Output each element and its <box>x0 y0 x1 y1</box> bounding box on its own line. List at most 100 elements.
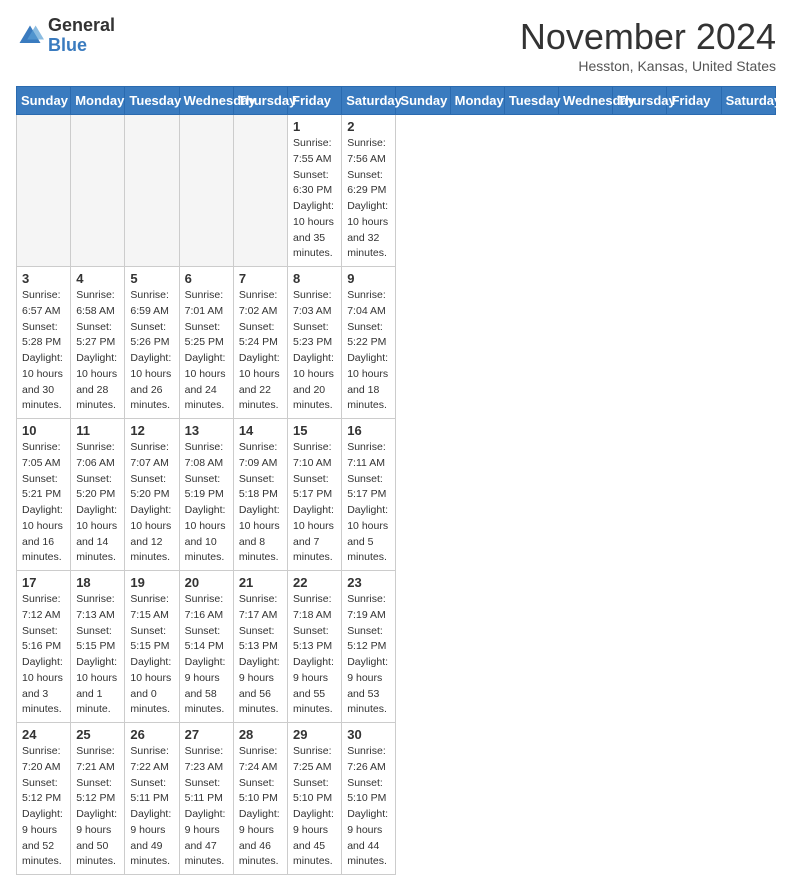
day-number: 10 <box>22 423 65 438</box>
day-number: 17 <box>22 575 65 590</box>
day-of-week-header: Wednesday <box>179 87 233 115</box>
day-info: Sunrise: 7:17 AM Sunset: 5:13 PM Dayligh… <box>239 592 282 718</box>
day-number: 8 <box>293 271 336 286</box>
day-number: 11 <box>76 423 119 438</box>
day-number: 19 <box>130 575 173 590</box>
day-info: Sunrise: 7:19 AM Sunset: 5:12 PM Dayligh… <box>347 592 390 718</box>
calendar-cell: 16 Sunrise: 7:11 AM Sunset: 5:17 PM Dayli… <box>342 419 396 571</box>
page-header: General Blue November 2024 Hesston, Kans… <box>16 16 776 74</box>
calendar-cell: 19Sunrise: 7:15 AM Sunset: 5:15 PM Dayli… <box>125 571 179 723</box>
logo-general-text: General <box>48 15 115 35</box>
calendar-cell: 4Sunrise: 6:58 AM Sunset: 5:27 PM Daylig… <box>71 267 125 419</box>
calendar-cell: 10Sunrise: 7:05 AM Sunset: 5:21 PM Dayli… <box>17 419 71 571</box>
day-info: Sunrise: 7:12 AM Sunset: 5:16 PM Dayligh… <box>22 592 65 718</box>
calendar-cell: 3 Sunrise: 6:57 AM Sunset: 5:28 PM Daylig… <box>17 267 71 419</box>
day-number: 26 <box>130 727 173 742</box>
day-number: 15 <box>293 423 336 438</box>
day-info: Sunrise: 7:25 AM Sunset: 5:10 PM Dayligh… <box>293 744 336 870</box>
day-number: 3 <box>22 271 65 286</box>
day-number: 14 <box>239 423 282 438</box>
calendar-cell <box>233 115 287 267</box>
day-of-week-header: Tuesday <box>125 87 179 115</box>
day-info: Sunrise: 7:56 AM Sunset: 6:29 PM Dayligh… <box>347 136 390 262</box>
logo: General Blue <box>16 16 115 56</box>
day-number: 21 <box>239 575 282 590</box>
calendar-cell: 18Sunrise: 7:13 AM Sunset: 5:15 PM Dayli… <box>71 571 125 723</box>
day-info: Sunrise: 7:09 AM Sunset: 5:18 PM Dayligh… <box>239 440 282 566</box>
day-number: 25 <box>76 727 119 742</box>
day-info: Sunrise: 7:06 AM Sunset: 5:20 PM Dayligh… <box>76 440 119 566</box>
calendar-cell: 26 Sunrise: 7:22 AM Sunset: 5:11 PM Dayli… <box>125 723 179 875</box>
calendar-cell <box>125 115 179 267</box>
calendar-week-row: 24 Sunrise: 7:20 AM Sunset: 5:12 PM Dayli… <box>17 723 776 875</box>
logo-icon <box>16 22 44 50</box>
calendar-cell: 21 Sunrise: 7:17 AM Sunset: 5:13 PM Dayli… <box>233 571 287 723</box>
day-info: Sunrise: 7:02 AM Sunset: 5:24 PM Dayligh… <box>239 288 282 414</box>
calendar-cell: 14 Sunrise: 7:09 AM Sunset: 5:18 PM Dayli… <box>233 419 287 571</box>
day-of-week-header: Thursday <box>233 87 287 115</box>
day-of-week-header: Thursday <box>613 87 667 115</box>
day-info: Sunrise: 6:57 AM Sunset: 5:28 PM Dayligh… <box>22 288 65 414</box>
day-number: 1 <box>293 119 336 134</box>
day-of-week-header: Monday <box>71 87 125 115</box>
calendar-cell: 28Sunrise: 7:24 AM Sunset: 5:10 PM Dayli… <box>233 723 287 875</box>
calendar-cell <box>17 115 71 267</box>
day-info: Sunrise: 7:08 AM Sunset: 5:19 PM Dayligh… <box>185 440 228 566</box>
logo-blue-text: Blue <box>48 35 87 55</box>
calendar-cell: 20Sunrise: 7:16 AM Sunset: 5:14 PM Dayli… <box>179 571 233 723</box>
day-number: 22 <box>293 575 336 590</box>
day-number: 27 <box>185 727 228 742</box>
day-info: Sunrise: 7:20 AM Sunset: 5:12 PM Dayligh… <box>22 744 65 870</box>
day-info: Sunrise: 7:16 AM Sunset: 5:14 PM Dayligh… <box>185 592 228 718</box>
calendar-week-row: 10Sunrise: 7:05 AM Sunset: 5:21 PM Dayli… <box>17 419 776 571</box>
calendar-cell: 5Sunrise: 6:59 AM Sunset: 5:26 PM Daylig… <box>125 267 179 419</box>
day-info: Sunrise: 7:18 AM Sunset: 5:13 PM Dayligh… <box>293 592 336 718</box>
day-info: Sunrise: 7:11 AM Sunset: 5:17 PM Dayligh… <box>347 440 390 566</box>
calendar-cell: 9Sunrise: 7:04 AM Sunset: 5:22 PM Daylig… <box>342 267 396 419</box>
calendar-cell: 2 Sunrise: 7:56 AM Sunset: 6:29 PM Daylig… <box>342 115 396 267</box>
calendar-week-row: 3 Sunrise: 6:57 AM Sunset: 5:28 PM Daylig… <box>17 267 776 419</box>
day-number: 23 <box>347 575 390 590</box>
day-info: Sunrise: 7:04 AM Sunset: 5:22 PM Dayligh… <box>347 288 390 414</box>
day-number: 5 <box>130 271 173 286</box>
day-info: Sunrise: 7:23 AM Sunset: 5:11 PM Dayligh… <box>185 744 228 870</box>
calendar-cell: 17 Sunrise: 7:12 AM Sunset: 5:16 PM Dayli… <box>17 571 71 723</box>
day-number: 30 <box>347 727 390 742</box>
day-of-week-header: Sunday <box>17 87 71 115</box>
day-number: 13 <box>185 423 228 438</box>
day-info: Sunrise: 7:21 AM Sunset: 5:12 PM Dayligh… <box>76 744 119 870</box>
calendar-cell: 24 Sunrise: 7:20 AM Sunset: 5:12 PM Dayli… <box>17 723 71 875</box>
day-info: Sunrise: 7:55 AM Sunset: 6:30 PM Dayligh… <box>293 136 336 262</box>
day-number: 24 <box>22 727 65 742</box>
day-of-week-header: Monday <box>450 87 504 115</box>
calendar-cell: 11 Sunrise: 7:06 AM Sunset: 5:20 PM Dayli… <box>71 419 125 571</box>
day-number: 18 <box>76 575 119 590</box>
calendar-cell: 22 Sunrise: 7:18 AM Sunset: 5:13 PM Dayli… <box>288 571 342 723</box>
day-number: 7 <box>239 271 282 286</box>
day-info: Sunrise: 7:03 AM Sunset: 5:23 PM Dayligh… <box>293 288 336 414</box>
day-number: 29 <box>293 727 336 742</box>
calendar-cell: 25 Sunrise: 7:21 AM Sunset: 5:12 PM Dayli… <box>71 723 125 875</box>
calendar-cell: 15Sunrise: 7:10 AM Sunset: 5:17 PM Dayli… <box>288 419 342 571</box>
calendar-cell: 27 Sunrise: 7:23 AM Sunset: 5:11 PM Dayli… <box>179 723 233 875</box>
day-info: Sunrise: 7:24 AM Sunset: 5:10 PM Dayligh… <box>239 744 282 870</box>
day-info: Sunrise: 7:22 AM Sunset: 5:11 PM Dayligh… <box>130 744 173 870</box>
calendar-table: SundayMondayTuesdayWednesdayThursdayFrid… <box>16 86 776 875</box>
calendar-cell: 13 Sunrise: 7:08 AM Sunset: 5:19 PM Dayli… <box>179 419 233 571</box>
calendar-cell: 23 Sunrise: 7:19 AM Sunset: 5:12 PM Dayli… <box>342 571 396 723</box>
calendar-cell: 8 Sunrise: 7:03 AM Sunset: 5:23 PM Daylig… <box>288 267 342 419</box>
calendar-header-row: SundayMondayTuesdayWednesdayThursdayFrid… <box>17 87 776 115</box>
day-of-week-header: Tuesday <box>504 87 558 115</box>
day-number: 2 <box>347 119 390 134</box>
calendar-week-row: 17 Sunrise: 7:12 AM Sunset: 5:16 PM Dayli… <box>17 571 776 723</box>
title-block: November 2024 Hesston, Kansas, United St… <box>520 16 776 74</box>
day-of-week-header: Friday <box>667 87 721 115</box>
calendar-cell <box>71 115 125 267</box>
calendar-week-row: 1 Sunrise: 7:55 AM Sunset: 6:30 PM Daylig… <box>17 115 776 267</box>
day-number: 6 <box>185 271 228 286</box>
day-of-week-header: Sunday <box>396 87 450 115</box>
day-of-week-header: Friday <box>288 87 342 115</box>
location-subtitle: Hesston, Kansas, United States <box>520 58 776 74</box>
calendar-cell: 7 Sunrise: 7:02 AM Sunset: 5:24 PM Daylig… <box>233 267 287 419</box>
day-number: 16 <box>347 423 390 438</box>
